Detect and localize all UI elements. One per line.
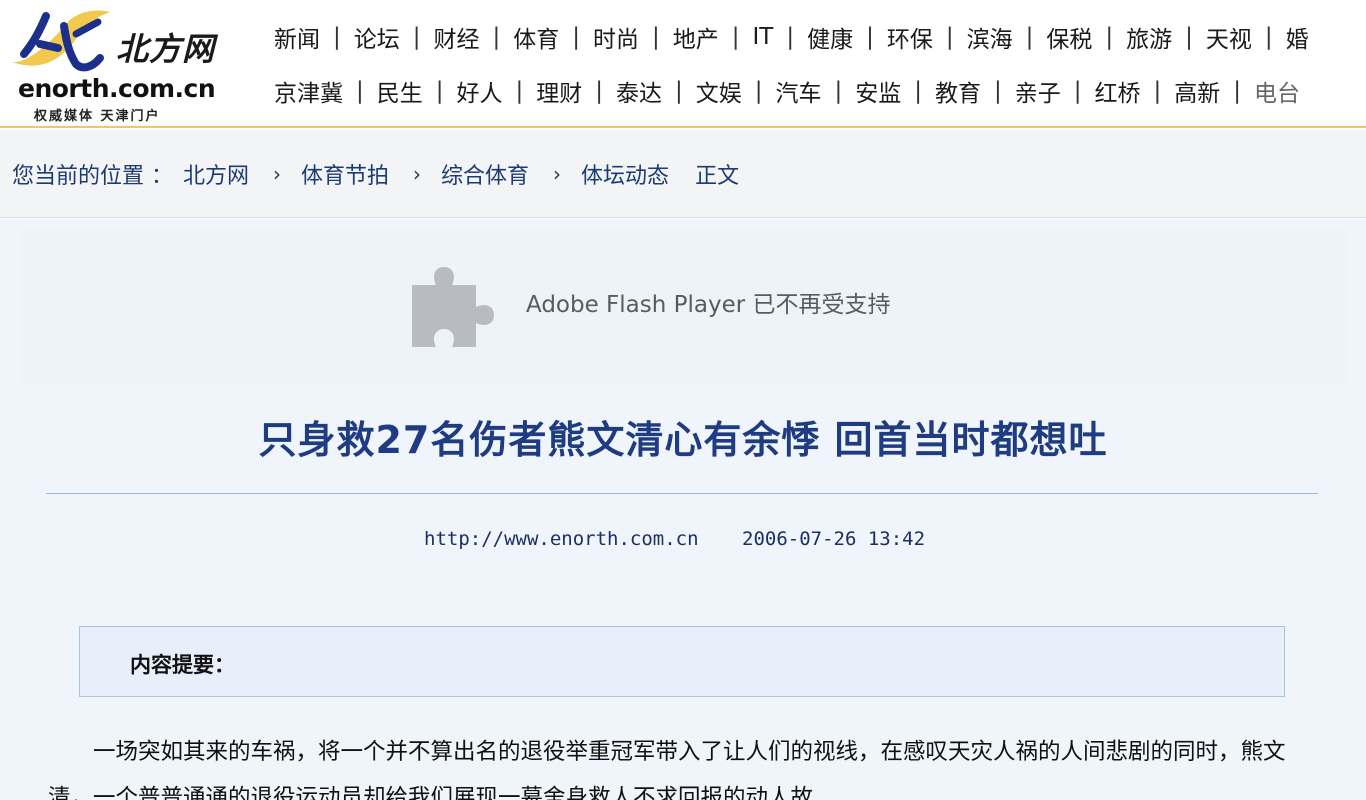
puzzle-icon [412, 267, 494, 347]
breadcrumb-link[interactable]: 综合体育 [441, 158, 529, 190]
article-title: 只身救27名伤者熊文清心有余悸 回首当时都想吐 [258, 418, 1108, 462]
nav-separator: | [1105, 24, 1114, 50]
nav-separator: | [435, 78, 444, 104]
summary-box: 内容提要： [79, 626, 1285, 697]
nav-link[interactable]: 京津冀 [274, 74, 343, 108]
flash-message: Adobe Flash Player 已不再受支持 [526, 292, 891, 318]
breadcrumb-current: 正文 [695, 164, 740, 189]
nav-separator: | [572, 24, 580, 50]
flash-placeholder[interactable]: Adobe Flash Player 已不再受支持 [20, 229, 1346, 384]
nav-separator: | [1233, 78, 1241, 104]
nav-separator: | [1185, 24, 1193, 50]
nav-link[interactable]: 旅游 [1126, 20, 1172, 54]
nav-separator: | [1025, 24, 1034, 50]
nav-link[interactable]: 新闻 [274, 20, 320, 54]
nav-link[interactable]: 天视 [1206, 20, 1252, 54]
breadcrumb: 您当前的位置 ： 北方网 › 体育节拍 › 综合体育 › 体坛动态 正文 [12, 158, 739, 190]
logo-name: 北方网 [116, 30, 216, 68]
nav-separator: | [754, 78, 763, 104]
nav-link[interactable]: 健康 [807, 20, 853, 54]
nav-link[interactable]: 体育 [513, 20, 559, 54]
article-datetime: 2006-07-26 13:42 [742, 528, 926, 550]
chevron-right-icon: › [553, 162, 562, 186]
nav-separator: | [333, 24, 341, 50]
nav-separator: | [731, 24, 740, 50]
breadcrumb-bar: 您当前的位置 ： 北方网 › 体育节拍 › 综合体育 › 体坛动态 正文 [0, 130, 1366, 218]
nav-row-primary: 新闻 | 论坛 | 财经 | 体育 | 时尚 | 地产 | IT | 健康 | 环保 | 滨海 | … [274, 20, 1309, 54]
summary-label: 内容提要： [130, 653, 235, 677]
nav-row-secondary: 京津冀 | 民生 | 好人 | 理财 | 泰达 | 文娱 | 汽车 | 安监 | 教育 | 亲子 |… [274, 74, 1300, 108]
nav-link[interactable]: 环保 [887, 20, 933, 54]
nav-separator: | [1073, 78, 1082, 104]
nav-link[interactable]: 汽车 [776, 74, 822, 108]
nav-link[interactable]: IT [753, 24, 774, 50]
article-paragraph: 一场突如其来的车祸，将一个并不算出名的退役举重冠军带入了让人们的视线，在感叹天灾… [48, 739, 1286, 800]
article-body: 一场突如其来的车祸，将一个并不算出名的退役举重冠军带入了让人们的视线，在感叹天灾… [48, 729, 1323, 800]
article-panel: Adobe Flash Player 已不再受支持 只身救27名伤者熊文清心有余… [0, 219, 1366, 800]
nav-separator: | [492, 24, 501, 50]
nav-link[interactable]: 泰达 [616, 74, 662, 108]
nav-link[interactable]: 亲子 [1015, 74, 1061, 108]
nav-separator: | [595, 78, 603, 104]
nav-separator: | [786, 24, 795, 50]
nav-link[interactable]: 文娱 [696, 74, 742, 108]
nav-link[interactable]: 滨海 [967, 20, 1013, 54]
site-logo[interactable]: 北方网 enorth.com.cn 权威媒体 天津门户 [4, 2, 254, 126]
nav-separator: | [1153, 78, 1162, 104]
nav-separator: | [866, 24, 874, 50]
nav-separator: | [412, 24, 421, 50]
nav-link[interactable]: 财经 [434, 20, 480, 54]
nav-link[interactable]: 红桥 [1095, 74, 1141, 108]
nav-link[interactable]: 理财 [536, 74, 582, 108]
breadcrumb-link[interactable]: 北方网 [183, 158, 249, 190]
nav-separator: | [1264, 24, 1273, 50]
nav-link[interactable]: 保税 [1046, 20, 1092, 54]
nav-separator: | [834, 78, 843, 104]
source-link[interactable]: http://www.enorth.com.cn [424, 528, 699, 550]
nav-link[interactable]: 论坛 [354, 20, 400, 54]
chevron-right-icon: › [273, 162, 282, 186]
nav-link[interactable]: 安监 [855, 74, 901, 108]
breadcrumb-link[interactable]: 体坛动态 [581, 158, 669, 190]
nav-separator: | [945, 24, 954, 50]
title-divider [46, 493, 1318, 494]
logo-domain: enorth.com.cn [18, 74, 216, 103]
nav-separator: | [994, 78, 1002, 104]
nav-link[interactable]: 电台 [1254, 74, 1300, 108]
logo-slogan: 权威媒体 天津门户 [34, 109, 161, 124]
nav-link[interactable]: 时尚 [593, 20, 639, 54]
nav-separator: | [675, 78, 683, 104]
nav-link[interactable]: 高新 [1174, 74, 1220, 108]
nav-link[interactable]: 民生 [377, 74, 423, 108]
nav-link[interactable]: 地产 [673, 20, 719, 54]
nav-separator: | [515, 78, 524, 104]
nav-link[interactable]: 好人 [457, 74, 503, 108]
chevron-right-icon: › [413, 162, 422, 186]
nav-link[interactable]: 教育 [935, 74, 981, 108]
nav-separator: | [356, 78, 364, 104]
logo-mark-icon [12, 10, 110, 72]
breadcrumb-label: 您当前的位置 ： [12, 164, 173, 189]
nav-separator: | [652, 24, 660, 50]
site-header: 北方网 enorth.com.cn 权威媒体 天津门户 新闻 | 论坛 | 财经 | … [0, 0, 1366, 128]
breadcrumb-link[interactable]: 体育节拍 [301, 158, 389, 190]
nav-separator: | [914, 78, 922, 104]
nav-link[interactable]: 婚 [1286, 20, 1309, 54]
article-meta: http://www.enorth.com.cn 2006-07-26 13:4… [424, 528, 925, 550]
